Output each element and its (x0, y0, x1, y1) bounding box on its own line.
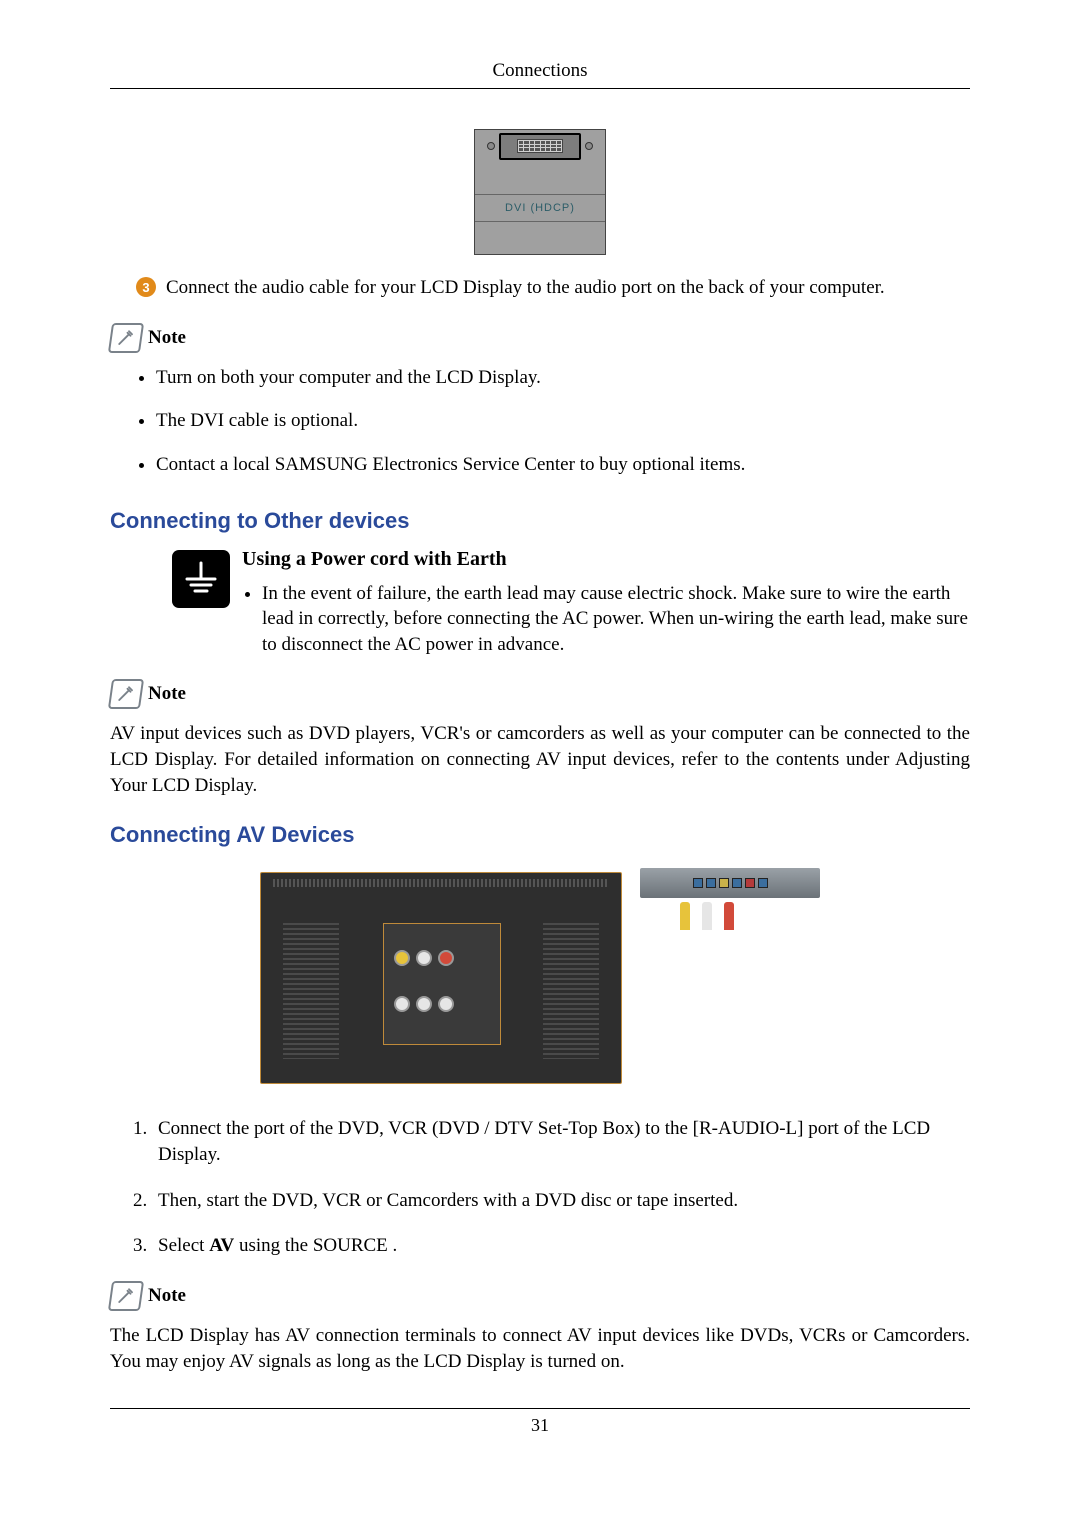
dvi-port-label: DVI (HDCP) (475, 194, 605, 222)
av-connection-figure (260, 862, 820, 1092)
section-heading-av-devices: Connecting AV Devices (110, 822, 970, 848)
note-1-header: Note (110, 323, 970, 353)
note-2-label: Note (148, 683, 186, 705)
note-3-header: Note (110, 1281, 970, 1311)
note-icon (108, 1281, 144, 1311)
page-number: 31 (110, 1408, 970, 1436)
av-step-1: Connect the port of the DVD, VCR (DVD / … (152, 1116, 970, 1167)
note-3-text: The LCD Display has AV connection termin… (110, 1323, 970, 1374)
earth-warning-title: Using a Power cord with Earth (242, 548, 970, 571)
note-2-header: Note (110, 679, 970, 709)
page: Connections DVI (HDCP) 3 Connect the aud… (0, 0, 1080, 1476)
av-step-2: Then, start the DVD, VCR or Camcorders w… (152, 1188, 970, 1214)
note-2-text: AV input devices such as DVD players, VC… (110, 721, 970, 798)
section-heading-other-devices: Connecting to Other devices (110, 508, 970, 534)
note-icon (108, 679, 144, 709)
earth-warning-text: In the event of failure, the earth lead … (262, 581, 970, 658)
dvd-player-icon (640, 868, 820, 898)
note-1-item: The DVI cable is optional. (156, 408, 970, 434)
step-3: 3 Connect the audio cable for your LCD D… (110, 275, 970, 301)
dvi-port-figure: DVI (HDCP) (474, 129, 606, 255)
page-header-title: Connections (110, 60, 970, 89)
step-3-text: Connect the audio cable for your LCD Dis… (166, 275, 885, 301)
note-3-label: Note (148, 1285, 186, 1307)
note-1-list: Turn on both your computer and the LCD D… (110, 365, 970, 478)
note-1-label: Note (148, 327, 186, 349)
note-1-item: Contact a local SAMSUNG Electronics Serv… (156, 452, 970, 478)
av-step-3: Select AV using the SOURCE . (152, 1233, 970, 1259)
step-number-badge-3: 3 (136, 277, 156, 297)
dvi-connector-icon (499, 133, 581, 160)
note-1-item: Turn on both your computer and the LCD D… (156, 365, 970, 391)
ground-earth-icon (172, 550, 230, 608)
av-cable-icon (674, 902, 804, 982)
av-steps-list: Connect the port of the DVD, VCR (DVD / … (110, 1116, 970, 1259)
monitor-rear-panel-icon (260, 872, 622, 1084)
earth-warning-block: Using a Power cord with Earth In the eve… (110, 548, 970, 658)
note-icon (108, 323, 144, 353)
